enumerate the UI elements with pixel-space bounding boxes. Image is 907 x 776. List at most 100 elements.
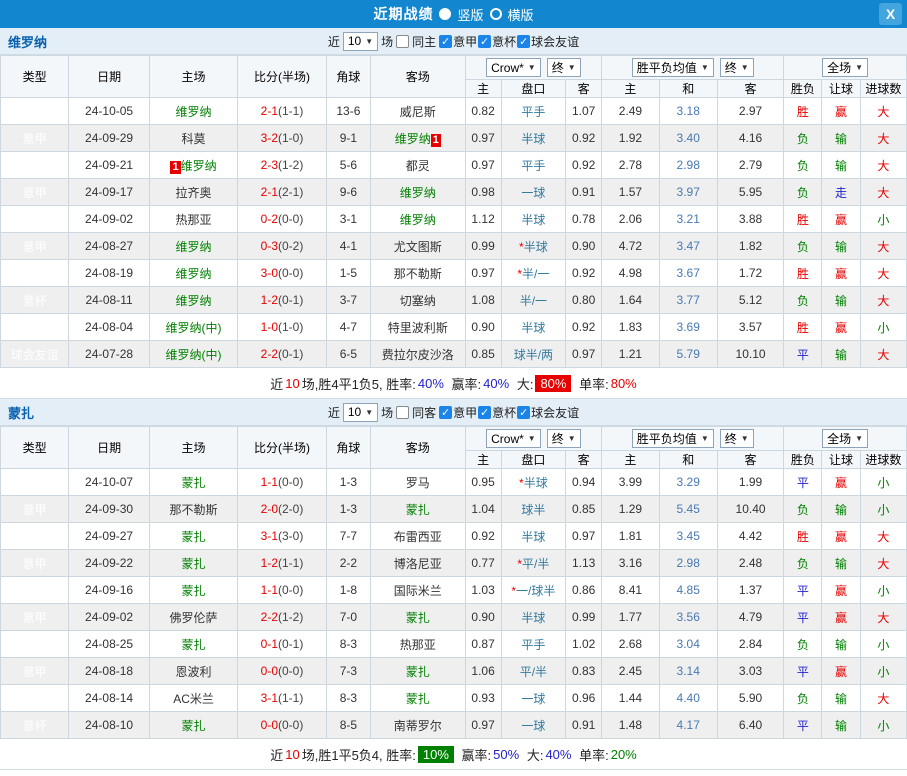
- handicap-away-odds-cell: 0.92: [566, 152, 602, 179]
- summary-line: 近10场,胜1平5负4, 胜率:10% 赢率:50% 大:40% 单率:20%: [0, 739, 907, 770]
- col-home: 主场: [149, 56, 237, 98]
- home-team-cell: 热那亚: [149, 206, 237, 233]
- wdl-result-cell: 胜: [784, 314, 822, 341]
- league-filters: ✓意甲✓意杯✓球会友谊: [439, 33, 579, 50]
- team-label: 罗马: [406, 476, 430, 490]
- league-checkbox[interactable]: ✓: [478, 406, 491, 419]
- match-row: 意甲24-10-07蒙扎1-1(0-0)1-3罗马0.95*半球0.943.99…: [1, 469, 907, 496]
- team-label: 维罗纳: [400, 186, 436, 200]
- handicap-away-odds-cell: 1.13: [566, 550, 602, 577]
- summary-win-label: 赢率:: [462, 745, 492, 764]
- goals-result-cell: 大: [860, 125, 906, 152]
- team-label: 蒙扎: [182, 557, 206, 571]
- home-team-cell: 维罗纳: [149, 260, 237, 287]
- handicap-home-odds-cell: 0.97: [465, 152, 501, 179]
- away-team-cell: 维罗纳1: [371, 125, 466, 152]
- odds-company-select[interactable]: Crow*▼: [486, 429, 541, 448]
- handicap-line-cell: 平手: [501, 152, 565, 179]
- filter-bar: 近 10▼ 场 同客 ✓意甲✓意杯✓球会友谊: [328, 403, 579, 422]
- wdl-result-cell: 负: [784, 152, 822, 179]
- team-label: 蒙扎: [182, 638, 206, 652]
- full-score: 0-2: [261, 212, 278, 226]
- vertical-layout-radio[interactable]: [439, 8, 451, 20]
- results-table: 类型 日期 主场 比分(半场) 角球 客场 Crow*▼ 终▼ 胜平负均: [0, 426, 907, 739]
- summary-single-pct: 20%: [611, 747, 637, 762]
- odds-time-select[interactable]: 终▼: [547, 58, 581, 77]
- handicap-line: 半球: [524, 476, 548, 490]
- sub-pan: 盘口: [501, 451, 565, 469]
- avg-time-select[interactable]: 终▼: [720, 429, 754, 448]
- handicap-home-odds-cell: 1.03: [465, 577, 501, 604]
- avg-time-select[interactable]: 终▼: [720, 58, 754, 77]
- wdl-result-cell: 平: [784, 341, 822, 368]
- odds-company-select[interactable]: Crow*▼: [486, 58, 541, 77]
- score-cell: 1-0(1-0): [238, 314, 326, 341]
- home-team-cell: 1维罗纳: [149, 152, 237, 179]
- result-group-header: 全场▼: [784, 427, 907, 451]
- summary-near: 近: [270, 745, 283, 764]
- league-label: 球会友谊: [531, 404, 579, 421]
- league-type-cell: 意甲: [1, 658, 69, 685]
- scope-select[interactable]: 全场▼: [822, 429, 868, 448]
- avg-home-cell: 1.57: [602, 179, 659, 206]
- half-score: (0-2): [278, 239, 303, 253]
- corner-cell: 1-3: [326, 469, 370, 496]
- match-row: 球会友谊24-08-14AC米兰3-1(1-1)8-3蒙扎0.93一球0.961…: [1, 685, 907, 712]
- full-score: 2-2: [261, 347, 278, 361]
- handicap-line-cell: 平手: [501, 98, 565, 125]
- match-row: 意甲24-09-16蒙扎1-1(0-0)1-8国际米兰1.03*一/球半0.86…: [1, 577, 907, 604]
- league-label: 球会友谊: [531, 33, 579, 50]
- handicap-line: 半/一: [522, 267, 549, 281]
- match-row: 意甲24-09-02佛罗伦萨2-2(1-2)7-0蒙扎0.90半球0.991.7…: [1, 604, 907, 631]
- match-row: 意甲24-09-29科莫3-2(1-0)9-1维罗纳10.97半球0.921.9…: [1, 125, 907, 152]
- odds-time-select[interactable]: 终▼: [547, 429, 581, 448]
- wdl-result-cell: 负: [784, 233, 822, 260]
- sub-d: 和: [659, 80, 717, 98]
- half-score: (0-0): [278, 664, 303, 678]
- avg-select[interactable]: 胜平负均值▼: [632, 58, 714, 77]
- half-score: (1-1): [278, 556, 303, 570]
- league-checkbox[interactable]: ✓: [439, 35, 452, 48]
- team-label: 维罗纳: [176, 267, 212, 281]
- handicap-result-cell: 输: [822, 233, 860, 260]
- handicap-home-odds-cell: 0.92: [465, 523, 501, 550]
- dialog-title: 近期战绩: [373, 4, 433, 24]
- avg-draw-cell: 3.18: [659, 98, 717, 125]
- goals-result-cell: 小: [860, 206, 906, 233]
- col-corner: 角球: [326, 56, 370, 98]
- matches-count-select[interactable]: 10▼: [343, 403, 378, 422]
- handicap-line: 球半/两: [514, 348, 553, 362]
- avg-draw-cell: 5.79: [659, 341, 717, 368]
- score-cell: 2-0(2-0): [238, 496, 326, 523]
- league-checkbox[interactable]: ✓: [517, 406, 530, 419]
- corner-cell: 7-7: [326, 523, 370, 550]
- team-label: 蒙扎: [182, 530, 206, 544]
- matches-count-select[interactable]: 10▼: [343, 32, 378, 51]
- avg-select[interactable]: 胜平负均值▼: [632, 429, 714, 448]
- league-checkbox[interactable]: ✓: [517, 35, 530, 48]
- same-label: 同客: [412, 404, 436, 421]
- away-team-cell: 蒙扎: [371, 604, 466, 631]
- handicap-away-odds-cell: 0.91: [566, 179, 602, 206]
- match-row: 球会友谊24-08-04维罗纳(中)1-0(1-0)4-7特里波利斯0.90半球…: [1, 314, 907, 341]
- sub-wdl: 胜负: [784, 80, 822, 98]
- corner-cell: 9-1: [326, 125, 370, 152]
- away-team-cell: 维罗纳: [371, 179, 466, 206]
- league-type-cell: 意甲: [1, 604, 69, 631]
- score-cell: 2-2(0-1): [238, 341, 326, 368]
- scope-select[interactable]: 全场▼: [822, 58, 868, 77]
- league-checkbox[interactable]: ✓: [478, 35, 491, 48]
- league-checkbox[interactable]: ✓: [439, 406, 452, 419]
- same-home-checkbox[interactable]: [396, 35, 409, 48]
- avg-home-cell: 1.92: [602, 125, 659, 152]
- horizontal-layout-radio[interactable]: [490, 8, 502, 20]
- same-away-checkbox[interactable]: [396, 406, 409, 419]
- full-score: 2-2: [261, 610, 278, 624]
- handicap-result-cell: 赢: [822, 314, 860, 341]
- full-score: 1-1: [261, 583, 278, 597]
- odds-group-header: Crow*▼ 终▼: [465, 56, 602, 80]
- team-label: 维罗纳: [176, 294, 212, 308]
- handicap-result-cell: 赢: [822, 577, 860, 604]
- close-icon[interactable]: X: [879, 3, 902, 25]
- avg-away-cell: 1.37: [717, 577, 783, 604]
